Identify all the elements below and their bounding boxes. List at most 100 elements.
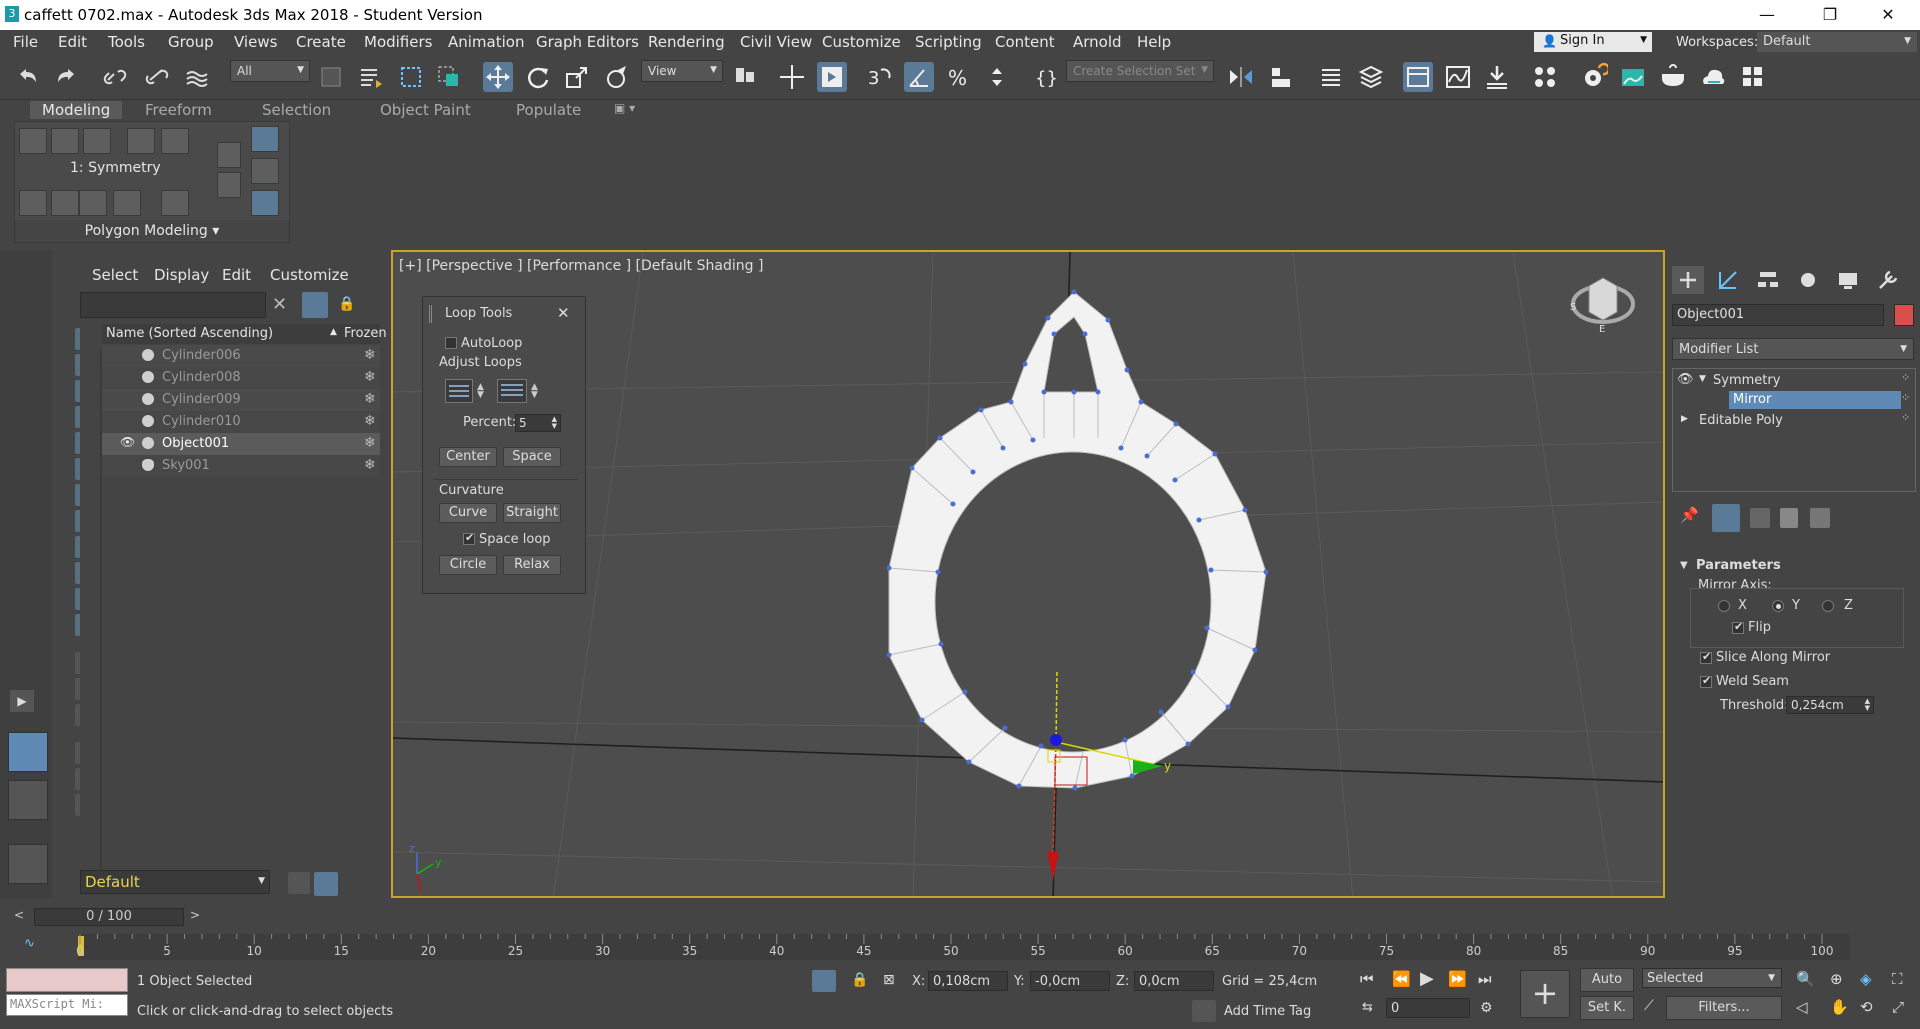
field-of-view-icon[interactable]: ◁ (1796, 998, 1808, 1016)
se-menu-edit[interactable]: Edit (222, 266, 251, 284)
motion-tab-icon[interactable] (1792, 266, 1824, 294)
render-setup-icon[interactable] (1578, 62, 1611, 92)
visibility-icon[interactable] (120, 349, 134, 363)
ignore-backfacing-icon[interactable] (113, 190, 141, 216)
tab-modeling[interactable]: Modeling (30, 101, 123, 119)
show-end-result-icon[interactable] (1712, 504, 1740, 532)
move-icon[interactable] (483, 62, 513, 92)
angle-snap-icon[interactable] (904, 62, 934, 92)
spinner-snap-icon[interactable] (984, 62, 1014, 92)
polygon-mode-icon[interactable] (127, 128, 155, 154)
threshold-input[interactable]: 0,254cm ▲ ▼ (1786, 696, 1874, 714)
visibility-icon[interactable] (120, 459, 134, 473)
prev-frame-icon[interactable]: < (14, 908, 24, 922)
set-key-button[interactable]: Set K. (1580, 996, 1634, 1020)
key-mode-icon[interactable]: ⇆ (1362, 1000, 1373, 1015)
go-to-start-icon[interactable]: ⏮ (1360, 970, 1374, 988)
selection-lock-icon[interactable]: 🔒 (851, 972, 868, 988)
element-mode-icon[interactable] (161, 128, 189, 154)
workspaces-dropdown[interactable]: Default ▼ (1757, 32, 1917, 52)
orbit-icon[interactable]: ⟲ (1860, 998, 1873, 1016)
pin-stack-icon[interactable] (251, 158, 279, 184)
visibility-icon[interactable]: 👁 (120, 435, 135, 449)
use-displacement-icon[interactable] (161, 190, 189, 216)
se-menu-select[interactable]: Select (92, 266, 138, 284)
clear-search-icon[interactable]: ✕ (272, 294, 287, 315)
circle-button[interactable]: Circle (439, 555, 497, 575)
menu-tools[interactable]: Tools (108, 33, 145, 51)
table-row[interactable]: Sky001 ❄ (102, 455, 380, 477)
zoom-all-icon[interactable]: ⊕ (1830, 970, 1843, 988)
absolute-mode-icon[interactable]: ⊠ (883, 972, 895, 988)
layout-four-icon[interactable] (8, 844, 48, 884)
viewport-label[interactable]: [+] [Perspective ] [Performance ] [Defau… (399, 258, 763, 274)
window-crossing-icon[interactable] (434, 62, 464, 92)
loop-mode-b-spinner[interactable]: ▲ ▼ (531, 383, 538, 400)
weld-seam-checkbox[interactable] (1700, 674, 1712, 688)
undo-icon[interactable] (12, 62, 42, 92)
expand-icon[interactable]: ▶ (1681, 414, 1688, 424)
loop-mode-a-spinner[interactable]: ▲ ▼ (477, 383, 484, 400)
center-button[interactable]: Center (439, 447, 497, 467)
stack-options-icon[interactable]: ⁘ (1901, 391, 1910, 404)
preview-subobject-icon[interactable] (51, 190, 79, 216)
menu-scripting[interactable]: Scripting (915, 33, 982, 51)
hierarchy-tab-icon[interactable] (1752, 266, 1784, 294)
edge-mode-icon[interactable] (51, 128, 79, 154)
menu-customize[interactable]: Customize (822, 33, 901, 51)
menu-civil-view[interactable]: Civil View (740, 33, 812, 51)
select-manipulate-icon[interactable] (777, 62, 807, 92)
preview-off-icon[interactable] (19, 190, 47, 216)
column-name[interactable]: Name (Sorted Ascending) (106, 326, 273, 341)
time-configuration-icon[interactable]: ⚙ (1480, 1000, 1493, 1016)
filter-toggle-icon[interactable] (302, 292, 328, 318)
modifier-list-dropdown[interactable]: Modifier List ▼ (1672, 338, 1914, 360)
selection-filter-dropdown[interactable]: All (230, 60, 310, 82)
menu-animation[interactable]: Animation (448, 33, 524, 51)
visibility-icon[interactable] (120, 371, 134, 385)
layout-single-icon[interactable] (8, 732, 48, 772)
collapse-icon[interactable]: ▼ (1699, 374, 1706, 384)
scene-explorer-mode-icon[interactable] (314, 872, 338, 896)
align-icon[interactable] (1266, 62, 1296, 92)
axis-z-radio[interactable] (1822, 600, 1834, 612)
create-tab-icon[interactable] (1672, 266, 1704, 294)
freeze-icon[interactable]: ❄ (364, 369, 376, 385)
visibility-icon[interactable]: 👁 (1677, 372, 1694, 387)
freeze-icon[interactable]: ❄ (364, 435, 376, 451)
border-mode-icon[interactable] (83, 128, 111, 154)
bind-space-warp-icon[interactable] (182, 62, 212, 92)
autodesk-a360-gallery-icon[interactable] (1738, 62, 1768, 92)
track-bar[interactable]: 0 5 10 15 20 25 30 35 40 45 50 55 60 65 70 75 80 85 90 95 10… (76, 934, 1850, 960)
parameters-title[interactable]: Parameters (1696, 558, 1781, 573)
pan-view-icon[interactable]: ✋ (1830, 998, 1849, 1016)
rectangle-selection-icon[interactable] (396, 62, 426, 92)
layer-dropdown[interactable]: Default ▼ (80, 870, 270, 894)
pivot-center-icon[interactable] (730, 62, 760, 92)
zoom-extents-icon[interactable]: ◈ (1860, 970, 1872, 988)
layout-two-icon[interactable] (8, 780, 48, 820)
material-editor-icon[interactable] (1530, 62, 1560, 92)
maxscript-input[interactable]: MAXScript Mi: (6, 994, 128, 1016)
pin-stack-icon[interactable]: 📌 (1680, 506, 1704, 530)
collapse-icon[interactable]: ▼ (1680, 560, 1688, 571)
reference-coordinate-dropdown[interactable]: View (641, 60, 723, 82)
named-selection-set-dropdown[interactable]: Create Selection Set (1066, 60, 1214, 82)
slice-along-mirror-checkbox[interactable] (1700, 650, 1712, 664)
tab-selection[interactable]: Selection (262, 101, 331, 119)
utilities-tab-icon[interactable] (1872, 266, 1904, 294)
play-icon[interactable]: ▶ (1420, 968, 1434, 989)
percent-spinner-icon[interactable]: ▲ ▼ (552, 416, 557, 430)
viewcube[interactable]: S E (1570, 277, 1635, 335)
auto-key-button[interactable]: Auto (1580, 968, 1634, 992)
freeze-icon[interactable]: ❄ (364, 413, 376, 429)
current-frame-field[interactable]: 0 (1386, 998, 1470, 1018)
select-by-name-icon[interactable] (356, 62, 386, 92)
freeze-icon[interactable]: ❄ (364, 391, 376, 407)
object-color-swatch[interactable] (1894, 304, 1914, 326)
menu-rendering[interactable]: Rendering (648, 33, 725, 51)
se-menu-customize[interactable]: Customize (270, 266, 349, 284)
autoloop-checkbox[interactable] (445, 337, 457, 349)
mirror-icon[interactable] (1226, 62, 1256, 92)
schematic-view-icon[interactable] (1482, 62, 1512, 92)
